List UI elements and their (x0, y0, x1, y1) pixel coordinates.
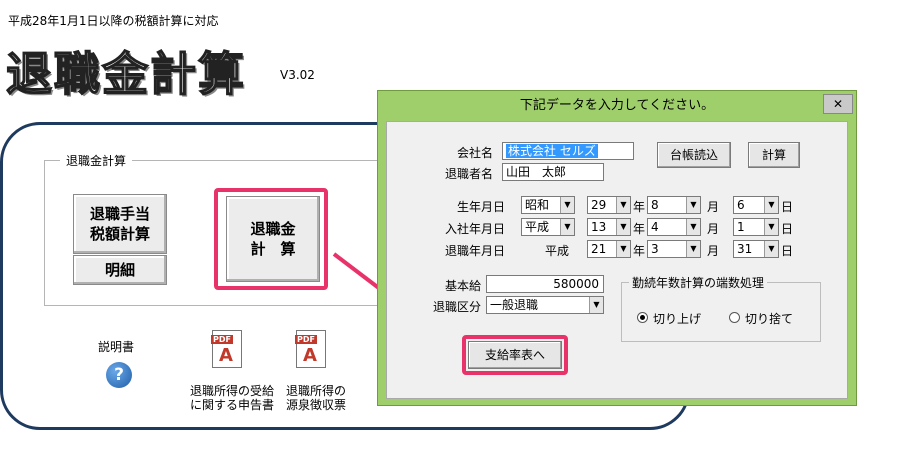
company-label: 会社名 (457, 146, 494, 160)
close-button[interactable]: ✕ (823, 94, 853, 114)
calc-button[interactable]: 計算 (748, 142, 800, 168)
round-up-radio[interactable] (637, 312, 648, 323)
retiree-label: 退職者名 (445, 167, 494, 181)
dialog-body: 会社名 株式会社 セルズ 退職者名 山田 太郎 台帳読込 計算 生年月日 昭和 ▼… (386, 121, 848, 399)
round-up-label[interactable]: 切り上げ (653, 310, 701, 327)
retire-label: 退職年月日 (445, 244, 506, 258)
birth-month-select[interactable]: 8 ▼ (647, 196, 701, 214)
salary-label: 基本給 (445, 279, 482, 293)
hire-month-select[interactable]: 4 ▼ (647, 218, 701, 236)
round-down-label[interactable]: 切り捨て (745, 310, 793, 327)
category-label: 退職区分 (433, 300, 482, 314)
hire-day-select[interactable]: 1 ▼ (733, 218, 779, 236)
next-highlight: 支給率表へ (462, 335, 568, 375)
salary-field[interactable]: 580000 (486, 275, 604, 293)
month-unit: 月 (707, 222, 720, 236)
birth-year-select[interactable]: 29 ▼ (587, 196, 631, 214)
dialog-title: 下記データを入力してください。 (519, 98, 715, 113)
day-unit: 日 (781, 200, 794, 214)
round-down-radio[interactable] (729, 312, 740, 323)
hire-era-select[interactable]: 平成 ▼ (521, 218, 575, 236)
day-unit: 日 (781, 222, 794, 236)
retire-year-select[interactable]: 21 ▼ (587, 240, 631, 258)
input-dialog: 下記データを入力してください。 ✕ 会社名 株式会社 セルズ 退職者名 山田 太… (377, 90, 857, 406)
retire-day-select[interactable]: 31 ▼ (733, 240, 779, 258)
year-unit: 年 (633, 244, 646, 258)
rounding-legend: 勤続年数計算の端数処理 (629, 274, 768, 291)
month-unit: 月 (707, 200, 720, 214)
birth-day-select[interactable]: 6 ▼ (733, 196, 779, 214)
rate-table-button[interactable]: 支給率表へ (468, 341, 562, 369)
retire-month-select[interactable]: 3 ▼ (647, 240, 701, 258)
year-unit: 年 (633, 200, 646, 214)
birth-label: 生年月日 (457, 200, 506, 214)
month-unit: 月 (707, 244, 720, 258)
hire-year-select[interactable]: 13 ▼ (587, 218, 631, 236)
day-unit: 日 (781, 244, 794, 258)
category-select[interactable]: 一般退職 ▼ (486, 296, 604, 314)
birth-era-select[interactable]: 昭和 ▼ (521, 196, 575, 214)
year-unit: 年 (633, 222, 646, 236)
retire-era-value: 平成 (545, 244, 570, 258)
ledger-load-button[interactable]: 台帳読込 (657, 142, 731, 168)
retiree-field[interactable]: 山田 太郎 (502, 163, 604, 181)
company-field[interactable]: 株式会社 セルズ (502, 142, 634, 160)
hire-label: 入社年月日 (445, 222, 506, 236)
